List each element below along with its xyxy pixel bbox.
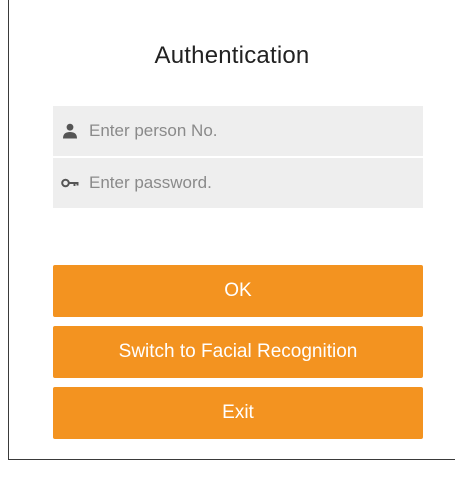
dialog-title: Authentication [154, 42, 310, 69]
switch-to-facial-recognition-button[interactable]: Switch to Facial Recognition [53, 326, 423, 378]
authentication-dialog: Authentication OK Switch to Facial Recog… [8, 0, 455, 460]
person-number-input[interactable] [89, 121, 409, 141]
person-number-field[interactable] [53, 106, 423, 156]
ok-button[interactable]: OK [53, 265, 423, 317]
password-field[interactable] [53, 158, 423, 208]
person-icon [61, 122, 79, 140]
exit-button[interactable]: Exit [53, 387, 423, 439]
password-input[interactable] [89, 173, 409, 193]
key-icon [61, 174, 79, 192]
